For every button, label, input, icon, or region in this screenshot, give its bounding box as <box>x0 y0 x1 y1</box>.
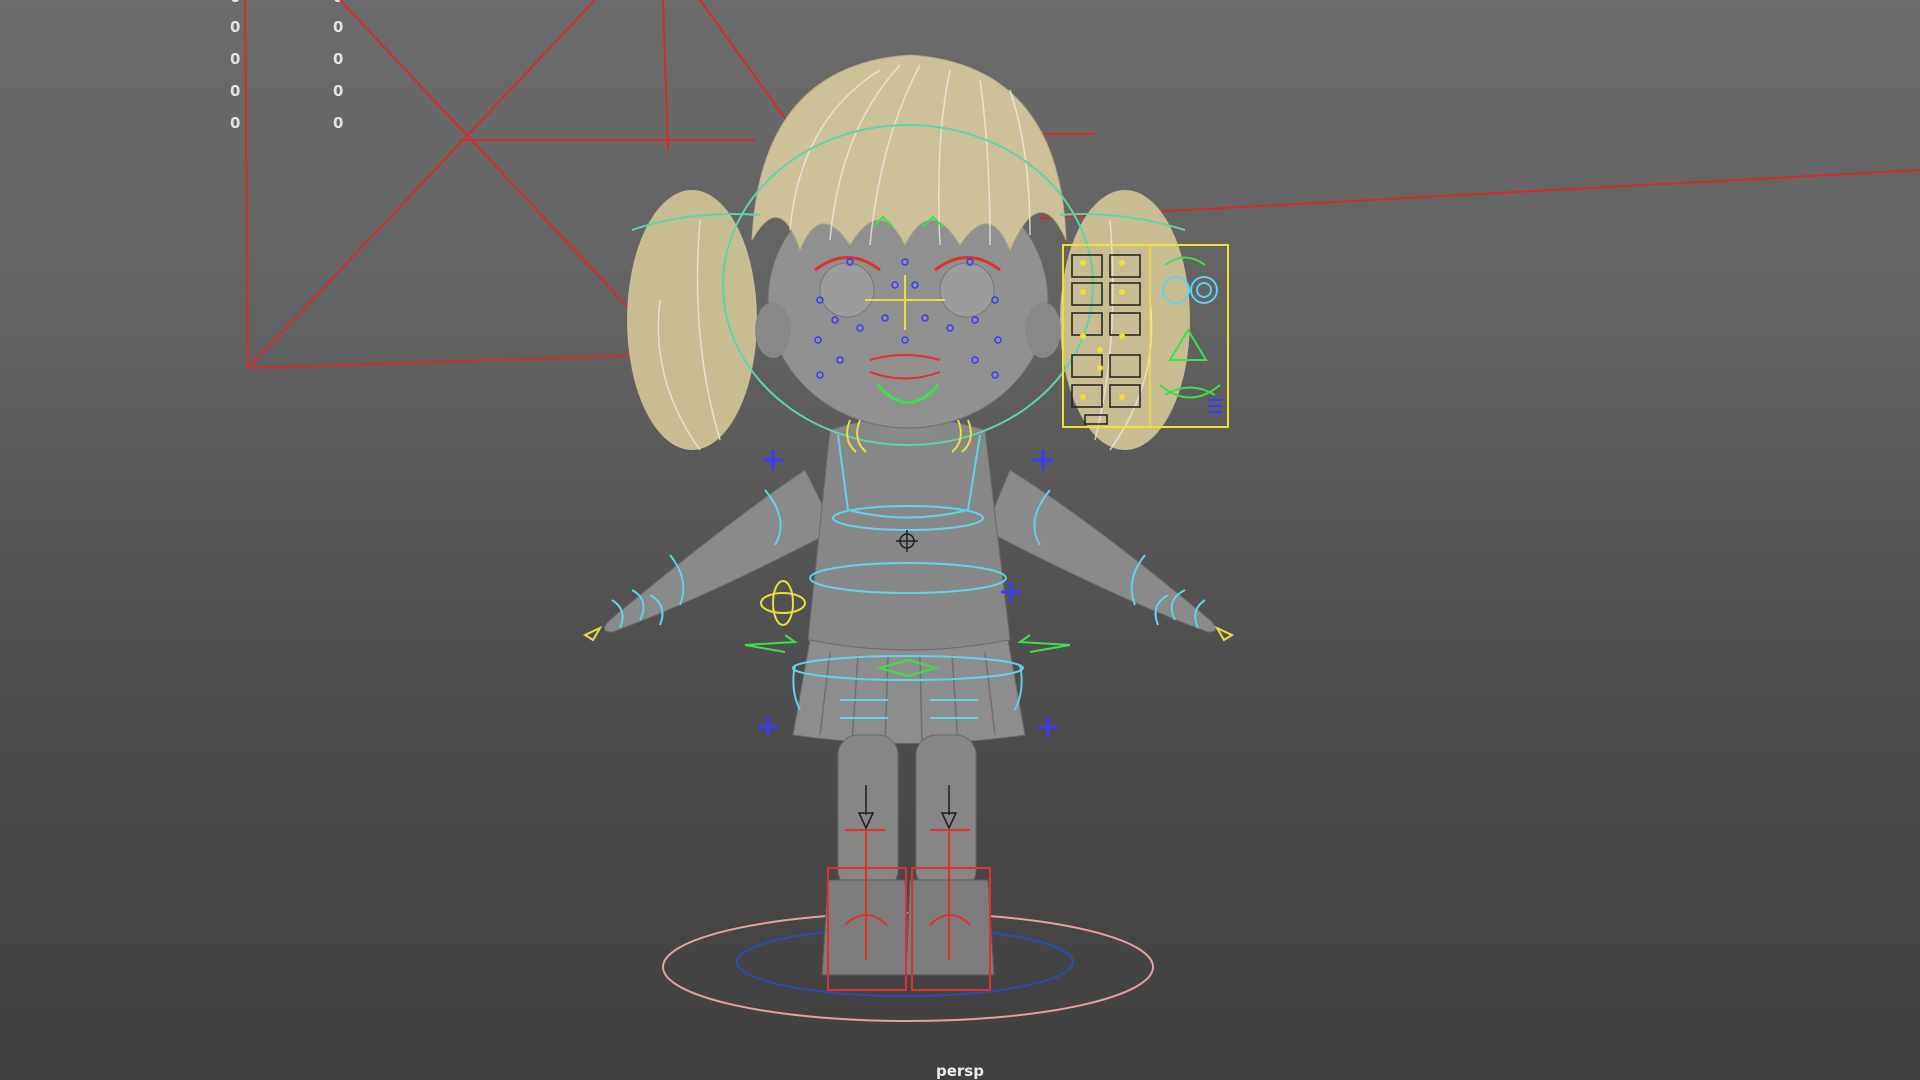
scene-canvas[interactable] <box>0 0 1920 1080</box>
character-mesh[interactable] <box>604 54 1216 976</box>
camera-name-label: persp <box>936 1062 984 1080</box>
maya-persp-viewport[interactable]: 0 0 0 0 0 0 0 0 0 0 <box>0 0 1920 1080</box>
